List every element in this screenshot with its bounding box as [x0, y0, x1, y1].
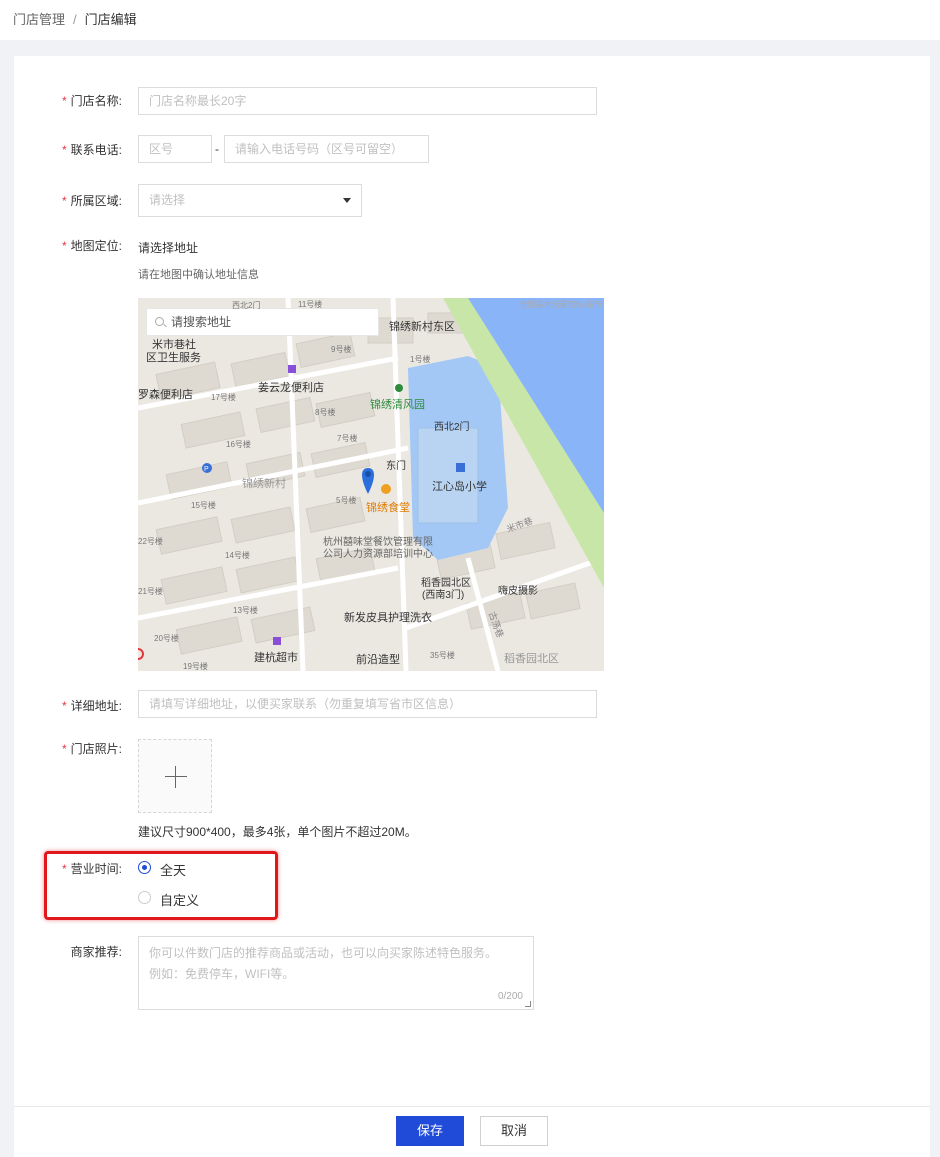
- map-building-label: 22号楼: [138, 537, 163, 546]
- map-building-label: 5号楼: [336, 496, 357, 505]
- map-building-label: 西北2门: [232, 301, 261, 310]
- map-label: 江心岛小学: [432, 481, 487, 493]
- plus-icon: [165, 776, 187, 777]
- radio-all-day-label[interactable]: 全天: [160, 860, 186, 879]
- map-building-label: 17号楼: [211, 393, 236, 402]
- recommend-textarea[interactable]: 你可以件数门店的推荐商品或活动，也可以向买家陈述特色服务。 例如：免费停车，WI…: [138, 936, 534, 1010]
- address-input[interactable]: 请填写详细地址，以便买家联系（勿重复填写省市区信息）: [138, 690, 597, 718]
- hours-label: * 营业时间:: [61, 862, 122, 876]
- recommend-placeholder-line2: 例如：免费停车，WIFI等。: [149, 967, 295, 981]
- recommend-placeholder-line1: 你可以件数门店的推荐商品或活动，也可以向买家陈述特色服务。: [149, 946, 498, 960]
- map-label: 公司人力资源部培训中心: [323, 549, 433, 560]
- resize-grip-icon[interactable]: [525, 1001, 531, 1007]
- photos-label: * 门店照片:: [61, 742, 122, 756]
- caret-down-icon: [343, 198, 351, 203]
- map-label: 新发皮具护理洗衣: [344, 612, 432, 624]
- search-icon: [155, 317, 164, 326]
- radio-custom-label[interactable]: 自定义: [160, 890, 199, 909]
- region-label: * 所属区域:: [61, 194, 122, 208]
- map-location-label: * 地图定位:: [61, 239, 122, 253]
- map-label: (西南3门): [422, 590, 465, 601]
- radio-all-day[interactable]: [138, 861, 151, 874]
- region-select[interactable]: 请选择: [138, 184, 362, 217]
- map-label: 东门: [386, 461, 406, 472]
- map-building-label: 21号楼: [138, 587, 163, 596]
- phone-number-input[interactable]: 请输入电话号码（区号可留空）: [224, 135, 429, 163]
- map-location-value: 请选择地址: [138, 241, 199, 255]
- map-building-label: 13号楼: [233, 606, 258, 615]
- map-building-label: 35号楼: [430, 651, 455, 660]
- map-copyright: 全国美术元素馆标-超市: [519, 300, 602, 309]
- map-building-label: 9号楼: [331, 345, 352, 354]
- map-label: 稻香园北区: [504, 653, 559, 665]
- phone-separator: -: [215, 142, 219, 156]
- map-building-label: 14号楼: [225, 551, 250, 560]
- save-button[interactable]: 保存: [396, 1116, 464, 1146]
- region-select-text: 请选择: [149, 193, 186, 207]
- map-building-label: 7号楼: [337, 434, 358, 443]
- map-label: 嗨皮摄影: [498, 586, 538, 597]
- map-building-label: 20号楼: [154, 634, 179, 643]
- photo-upload-button[interactable]: [138, 739, 212, 813]
- map-label: 锦绣新村东区: [389, 321, 455, 333]
- map-label: 区卫生服务: [146, 352, 201, 364]
- map-location-hint: 请在地图中确认地址信息: [138, 269, 259, 281]
- map-building-label: 15号楼: [191, 501, 216, 510]
- map-label: 罗森便利店: [138, 389, 193, 401]
- recommend-label: 商家推荐:: [70, 945, 122, 959]
- map-label: 西北2门: [434, 422, 470, 433]
- map-label: 锦绣新村: [242, 478, 286, 490]
- store-name-input[interactable]: 门店名称最长20字: [138, 87, 597, 115]
- breadcrumb-separator: /: [73, 12, 77, 27]
- plus-icon-vertical: [175, 766, 176, 788]
- area-code-input[interactable]: 区号: [138, 135, 212, 163]
- map-search-input[interactable]: 请搜索地址: [146, 308, 379, 336]
- map-building-label: 19号楼: [183, 662, 208, 671]
- map-label: 锦绣食堂: [366, 502, 410, 514]
- map-building-label: 8号楼: [315, 408, 336, 417]
- map-label: 前沿造型: [356, 654, 400, 666]
- breadcrumb-parent[interactable]: 门店管理: [13, 12, 65, 27]
- map-building-label: 1号楼: [410, 355, 431, 364]
- breadcrumb: 门店管理 / 门店编辑: [13, 9, 137, 28]
- map-building-label: 16号楼: [226, 440, 251, 449]
- store-name-label: * 门店名称:: [61, 94, 122, 108]
- radio-custom[interactable]: [138, 891, 151, 904]
- map-view[interactable]: P 请搜索地址 全国美术元素馆标-超市 锦绣新村东区 米市巷社 区卫生服务 姜云…: [138, 298, 604, 671]
- breadcrumb-current: 门店编辑: [84, 12, 137, 27]
- map-label: 建杭超市: [254, 652, 298, 664]
- svg-text:P: P: [204, 466, 209, 473]
- photos-hint: 建议尺寸900*400，最多4张，单个图片不超过20M。: [138, 825, 417, 839]
- map-label: 姜云龙便利店: [258, 382, 324, 394]
- phone-label: * 联系电话:: [61, 143, 122, 157]
- address-label: * 详细地址:: [61, 699, 122, 713]
- top-bar: 门店管理 / 门店编辑: [0, 0, 940, 40]
- map-building-label: 11号楼: [298, 300, 323, 309]
- map-label: 锦绣清风园: [370, 399, 425, 411]
- footer-divider: [14, 1106, 930, 1107]
- char-counter: 0/200: [497, 991, 523, 1002]
- cancel-button[interactable]: 取消: [480, 1116, 548, 1146]
- map-search-text: 请搜索地址: [171, 315, 232, 329]
